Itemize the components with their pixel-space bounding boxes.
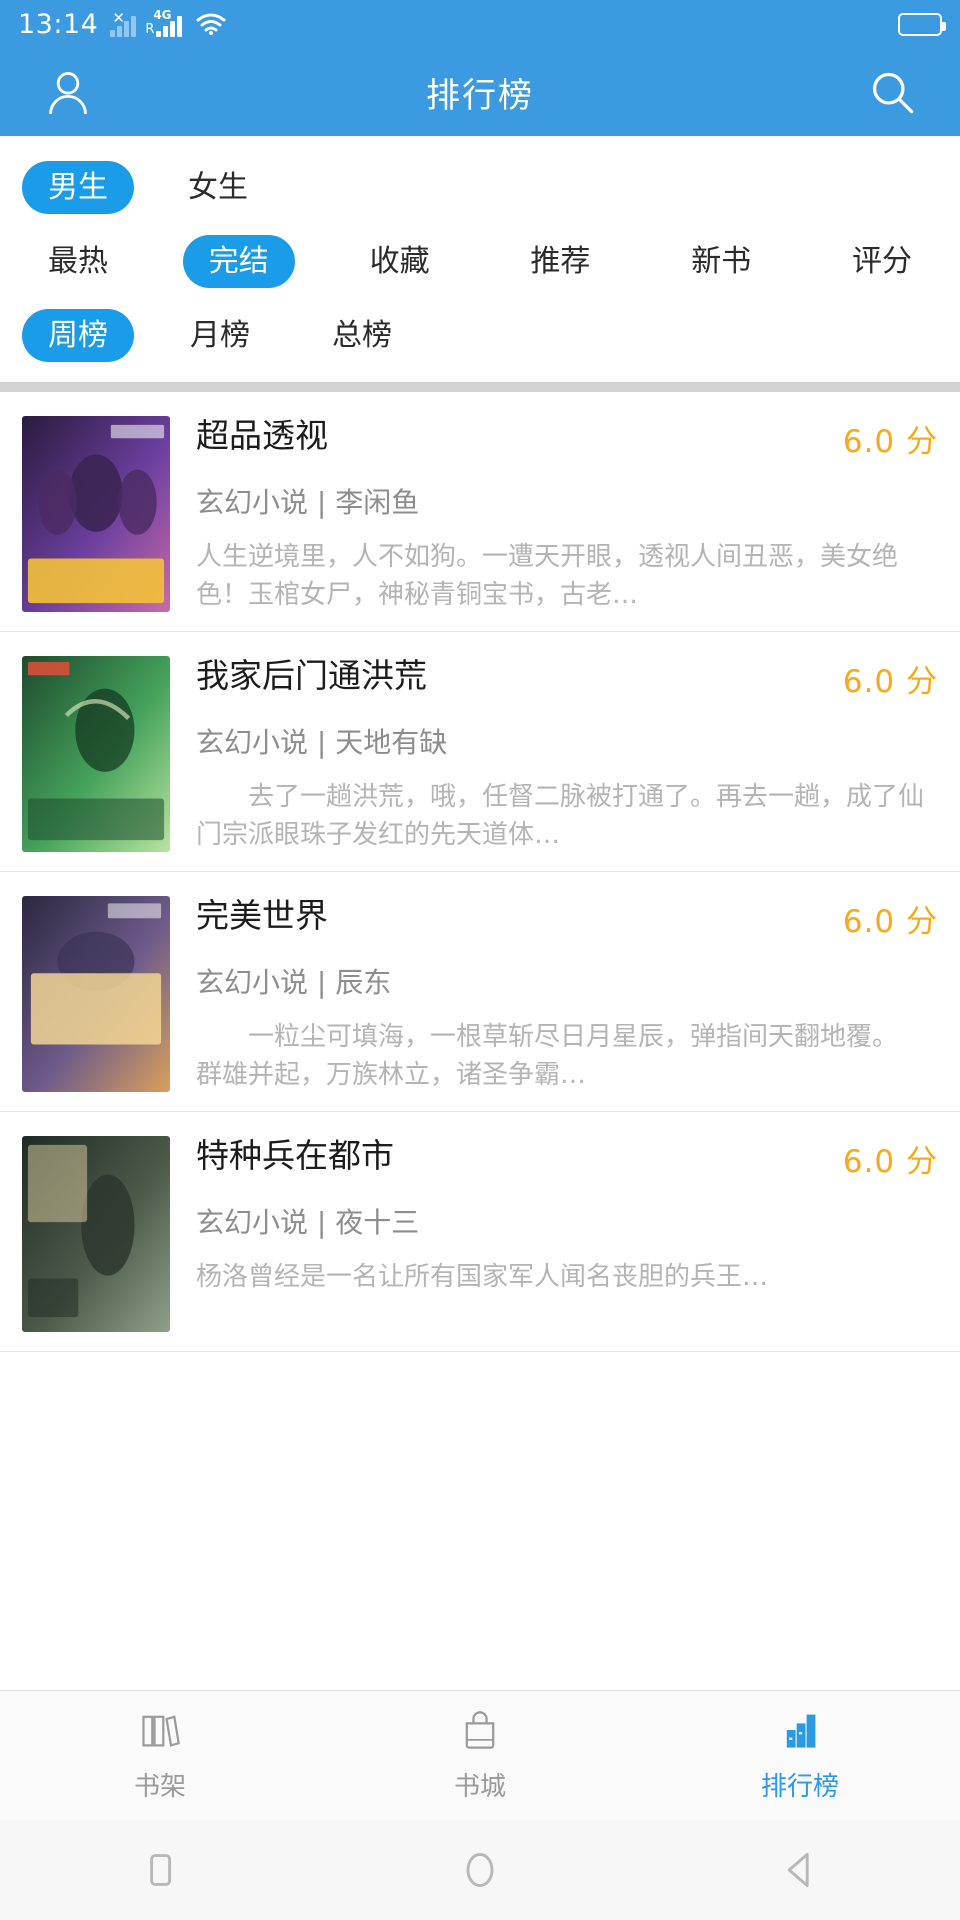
filter-chip-new-books[interactable]: 新书 xyxy=(665,235,777,288)
table-row[interactable]: 我家后门通洪荒 6.0 分 玄幻小说 | 天地有缺 去了一趟洪荒，哦，任督二脉被… xyxy=(0,632,960,872)
book-title: 完美世界 xyxy=(196,896,328,935)
book-info: 特种兵在都市 6.0 分 玄幻小说 | 夜十三 杨洛曾经是一名让所有国家军人闻名… xyxy=(170,1136,938,1329)
book-title-row: 完美世界 6.0 分 xyxy=(196,896,938,941)
table-row[interactable]: 特种兵在都市 6.0 分 玄幻小说 | 夜十三 杨洛曾经是一名让所有国家军人闻名… xyxy=(0,1112,960,1352)
book-description: 一粒尘可填海，一根草斩尽日月星辰，弹指间天翻地覆。 群雄并起，万族林立，诸圣争霸… xyxy=(196,1022,938,1090)
book-title: 我家后门通洪荒 xyxy=(196,656,427,695)
nav-label-ranking: 排行榜 xyxy=(760,1772,839,1802)
home-circle-icon[interactable] xyxy=(320,1846,640,1894)
book-meta: 玄幻小说 | 李闲鱼 xyxy=(196,486,420,519)
book-score: 6.0 分 xyxy=(842,664,938,700)
app-bar: 排行榜 xyxy=(0,48,960,136)
filter-chip-hottest[interactable]: 最热 xyxy=(22,235,134,288)
search-icon[interactable] xyxy=(864,64,920,120)
filter-chip-weekly[interactable]: 周榜 xyxy=(22,308,134,362)
bar-chart-icon xyxy=(778,1708,822,1756)
nav-item-bookstore[interactable]: 书城 xyxy=(320,1708,640,1803)
book-meta: 玄幻小说 | 辰东 xyxy=(196,966,392,999)
book-title: 特种兵在都市 xyxy=(196,1136,394,1175)
book-title-row: 特种兵在都市 6.0 分 xyxy=(196,1136,938,1181)
period-filter-row: 周榜 月榜 总榜 xyxy=(0,298,960,372)
filter-panel: 男生 女生 最热 完结 收藏 推荐 新书 评分 周榜 月榜 总榜 xyxy=(0,136,960,382)
book-meta: 玄幻小说 | 天地有缺 xyxy=(196,726,448,759)
battery-icon xyxy=(898,12,946,36)
bottom-navigation: 书架 书城 排行榜 xyxy=(0,1690,960,1820)
person-icon[interactable] xyxy=(40,64,96,120)
category-filter-row: 最热 完结 收藏 推荐 新书 评分 xyxy=(0,224,960,298)
battery-area xyxy=(898,12,946,36)
page-title: 排行榜 xyxy=(426,75,534,116)
phone-screen: 13:14 ✕ R 4G 排行榜 男生 女生 最热 完结 收藏 推荐 新书 评分… xyxy=(0,0,960,1920)
book-description: 去了一趟洪荒，哦，任督二脉被打通了。再去一趟，成了仙门宗派眼珠子发红的先天道体… xyxy=(196,782,925,850)
nav-label-bookstore: 书城 xyxy=(453,1772,506,1802)
book-score: 6.0 分 xyxy=(842,904,938,940)
shopping-bag-icon xyxy=(458,1708,502,1756)
book-info: 超品透视 6.0 分 玄幻小说 | 李闲鱼 人生逆境里，人不如狗。一遭天开眼，透… xyxy=(170,416,938,610)
book-cover-image[interactable] xyxy=(22,896,170,1092)
book-description: 人生逆境里，人不如狗。一遭天开眼，透视人间丑恶，美女绝色！玉棺女尸，神秘青铜宝书… xyxy=(196,542,899,610)
filter-chip-rating[interactable]: 评分 xyxy=(826,235,938,288)
table-row[interactable]: 完美世界 6.0 分 玄幻小说 | 辰东 一粒尘可填海，一根草斩尽日月星辰，弹指… xyxy=(0,872,960,1112)
signal-icon: ✕ xyxy=(110,9,138,37)
back-triangle-icon[interactable] xyxy=(640,1846,960,1894)
ranking-list[interactable]: 超品透视 6.0 分 玄幻小说 | 李闲鱼 人生逆境里，人不如狗。一遭天开眼，透… xyxy=(0,392,960,1690)
book-cover-image[interactable] xyxy=(22,656,170,852)
book-title-row: 超品透视 6.0 分 xyxy=(196,416,938,461)
book-title: 超品透视 xyxy=(196,416,328,455)
network-label: 4G xyxy=(153,8,172,22)
status-time: 13:14 xyxy=(18,8,99,40)
nav-item-ranking[interactable]: 排行榜 xyxy=(640,1708,960,1803)
book-description: 杨洛曾经是一名让所有国家军人闻名丧胆的兵王… xyxy=(196,1262,769,1292)
android-navigation-bar xyxy=(0,1820,960,1920)
filter-chip-overall[interactable]: 总榜 xyxy=(306,309,418,362)
4g-signal-icon: R 4G xyxy=(145,8,184,37)
nav-label-bookshelf: 书架 xyxy=(133,1772,186,1802)
filter-chip-female[interactable]: 女生 xyxy=(162,161,274,214)
book-title-row: 我家后门通洪荒 6.0 分 xyxy=(196,656,938,701)
filter-chip-monthly[interactable]: 月榜 xyxy=(164,309,276,362)
book-score: 6.0 分 xyxy=(842,1144,938,1180)
status-icons: ✕ R 4G xyxy=(110,8,227,37)
filter-chip-favorites[interactable]: 收藏 xyxy=(344,235,456,288)
nav-item-bookshelf[interactable]: 书架 xyxy=(0,1708,320,1803)
roaming-label: R xyxy=(145,22,155,37)
section-divider xyxy=(0,382,960,392)
book-cover-image[interactable] xyxy=(22,1136,170,1332)
gender-filter-row: 男生 女生 xyxy=(0,150,960,224)
filter-chip-male[interactable]: 男生 xyxy=(22,160,134,214)
book-meta: 玄幻小说 | 夜十三 xyxy=(196,1206,420,1239)
book-score: 6.0 分 xyxy=(842,424,938,460)
filter-chip-recommended[interactable]: 推荐 xyxy=(504,235,616,288)
table-row[interactable]: 超品透视 6.0 分 玄幻小说 | 李闲鱼 人生逆境里，人不如狗。一遭天开眼，透… xyxy=(0,392,960,632)
book-info: 我家后门通洪荒 6.0 分 玄幻小说 | 天地有缺 去了一趟洪荒，哦，任督二脉被… xyxy=(170,656,938,850)
bookshelf-icon xyxy=(138,1708,182,1756)
wifi-icon xyxy=(195,12,227,36)
no-sim-x-icon: ✕ xyxy=(112,9,125,27)
book-info: 完美世界 6.0 分 玄幻小说 | 辰东 一粒尘可填海，一根草斩尽日月星辰，弹指… xyxy=(170,896,938,1090)
status-bar: 13:14 ✕ R 4G xyxy=(0,0,960,48)
book-cover-image[interactable] xyxy=(22,416,170,612)
recents-square-icon[interactable] xyxy=(0,1846,320,1894)
filter-chip-completed[interactable]: 完结 xyxy=(182,234,295,288)
